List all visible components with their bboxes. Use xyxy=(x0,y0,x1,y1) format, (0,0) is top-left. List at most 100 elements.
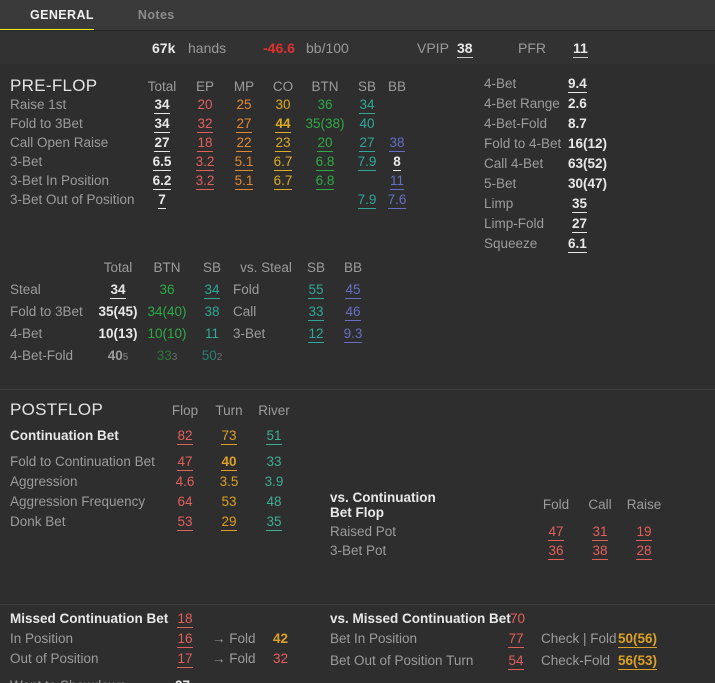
table-cell: 46 xyxy=(345,304,361,321)
table-cell: 19 xyxy=(636,524,652,541)
arrow-fold-label: → Fold xyxy=(212,651,256,666)
vs-missed-cbet-row-label: Bet In Position xyxy=(330,631,418,646)
table-cell: 32 xyxy=(197,116,213,133)
check-fold-label: Check-Fold xyxy=(541,653,611,668)
postflop-section-title: POSTFLOP xyxy=(10,400,104,419)
vs-steal-row-label: Fold xyxy=(233,282,260,297)
section-divider xyxy=(0,389,715,390)
postflop-row-label: Aggression Frequency xyxy=(10,494,146,509)
tab-notes[interactable]: Notes xyxy=(116,0,197,30)
vs-missed-cbet-title: vs. Missed Continuation Bet xyxy=(330,611,511,626)
table-cell: 33 xyxy=(308,304,324,321)
table-cell: 35 xyxy=(266,514,282,531)
stats-body: PRE-FLOP Total EP MP CO BTN SB BB Raise … xyxy=(0,64,715,683)
table-cell: 47 xyxy=(177,454,193,471)
postflop-row-label: Donk Bet xyxy=(10,514,66,529)
missed-cbet-row-label: Out of Position xyxy=(10,651,99,666)
table-cell: 27 xyxy=(154,135,170,152)
postflop-row-label: Continuation Bet xyxy=(10,428,119,443)
table-cell: 73 xyxy=(221,428,237,445)
table-cell: 34 xyxy=(204,282,220,299)
table-cell: 36 xyxy=(159,282,175,297)
table-cell: 4.6 xyxy=(175,474,195,489)
bb100-label: bb/100 xyxy=(306,40,349,56)
steal-row-label: 4-Bet-Fold xyxy=(10,348,74,363)
postflop-row-label: Fold to Continuation Bet xyxy=(10,454,155,469)
table-cell: 7 xyxy=(158,192,166,209)
table-cell: 6.1 xyxy=(568,236,587,253)
steal-col-btn: BTN xyxy=(153,260,181,275)
vs-cbet-col-call: Call xyxy=(588,497,612,512)
table-cell: 40 xyxy=(359,116,375,131)
preflop-row-label: 3-Bet In Position xyxy=(10,173,110,188)
preflop-col-ep: EP xyxy=(195,79,214,94)
table-cell: 34 xyxy=(359,97,375,114)
table-cell: 34 xyxy=(110,282,126,299)
preflop-section-title: PRE-FLOP xyxy=(10,76,98,95)
preflop-right-label: Fold to 4-Bet xyxy=(484,136,562,151)
table-cell: 35(38) xyxy=(305,116,345,131)
table-cell: 51 xyxy=(266,428,282,445)
table-cell: 50(56) xyxy=(618,631,658,648)
missed-cbet-row-label: In Position xyxy=(10,631,74,646)
table-cell: 5.1 xyxy=(234,154,254,171)
preflop-right-label: Squeeze xyxy=(484,236,538,251)
section-divider xyxy=(0,604,715,605)
table-cell: 12 xyxy=(308,326,324,343)
table-cell: 8.7 xyxy=(568,116,587,131)
preflop-right-label: Call 4-Bet xyxy=(484,156,544,171)
table-cell: 11 xyxy=(204,326,219,341)
tab-general[interactable]: GENERAL xyxy=(8,0,116,30)
table-cell: 8 xyxy=(393,154,401,171)
table-cell: 3.5 xyxy=(219,474,239,489)
table-cell: 63(52) xyxy=(568,156,608,171)
steal-col-total: Total xyxy=(103,260,133,275)
vs-steal-title: vs. Steal xyxy=(240,260,292,275)
preflop-right-label: 4-Bet Range xyxy=(484,96,560,111)
table-cell: 53 xyxy=(221,494,237,509)
table-cell: 27 xyxy=(572,216,588,233)
table-cell: 27 xyxy=(236,116,252,133)
table-cell: 47 xyxy=(548,524,564,541)
postflop-col-turn: Turn xyxy=(215,403,243,418)
table-cell: 55 xyxy=(308,282,324,299)
preflop-row-label: 3-Bet Out of Position xyxy=(10,192,135,207)
check-fold-label: Check | Fold xyxy=(541,631,617,646)
table-cell: 36 xyxy=(548,543,564,560)
arrow-fold-label: → Fold xyxy=(212,631,256,646)
vs-missed-cbet-row-label: Bet Out of Position Turn xyxy=(330,653,474,668)
vs-steal-row-label: 3-Bet xyxy=(233,326,266,341)
table-cell: 6.5 xyxy=(152,154,172,171)
table-cell: 42 xyxy=(273,631,289,646)
pfr-value: 11 xyxy=(573,40,588,58)
table-cell: 18 xyxy=(197,135,213,152)
preflop-row-label: Fold to 3Bet xyxy=(10,116,83,131)
table-cell: 3.9 xyxy=(264,474,284,489)
table-cell: 2.6 xyxy=(568,96,587,111)
table-cell: 56(53) xyxy=(618,653,658,670)
table-cell: 54 xyxy=(508,653,524,670)
table-cell: 6.2 xyxy=(152,173,172,190)
table-cell: 10(10) xyxy=(147,326,187,341)
tab-bar: GENERAL Notes xyxy=(0,0,715,33)
table-cell: 3.2 xyxy=(195,154,215,171)
vpip-label: VPIP xyxy=(417,40,449,56)
steal-row-label: Fold to 3Bet xyxy=(10,304,83,319)
vs-missed-cbet-value: 70 xyxy=(510,611,526,626)
summary-strip: 67k hands -46.6 bb/100 VPIP 38 PFR 11 xyxy=(0,30,715,64)
table-cell: 35 xyxy=(572,196,588,213)
table-cell: 32 xyxy=(273,651,289,666)
table-cell: 82 xyxy=(177,428,193,445)
table-cell: 11 xyxy=(389,173,404,190)
vs-steal-col-sb: SB xyxy=(306,260,325,275)
table-cell: 27 xyxy=(175,678,190,683)
table-cell: 45 xyxy=(345,282,361,299)
preflop-right-label: 4-Bet-Fold xyxy=(484,116,548,131)
preflop-col-bb: BB xyxy=(387,79,406,94)
preflop-right-label: Limp-Fold xyxy=(484,216,545,231)
vs-steal-row-label: Call xyxy=(233,304,257,319)
vs-cbet-title-line1: vs. Continuation xyxy=(330,490,436,505)
table-cell: 34 xyxy=(154,97,170,114)
table-cell: 16 xyxy=(177,631,193,648)
vs-cbet-col-raise: Raise xyxy=(626,497,662,512)
